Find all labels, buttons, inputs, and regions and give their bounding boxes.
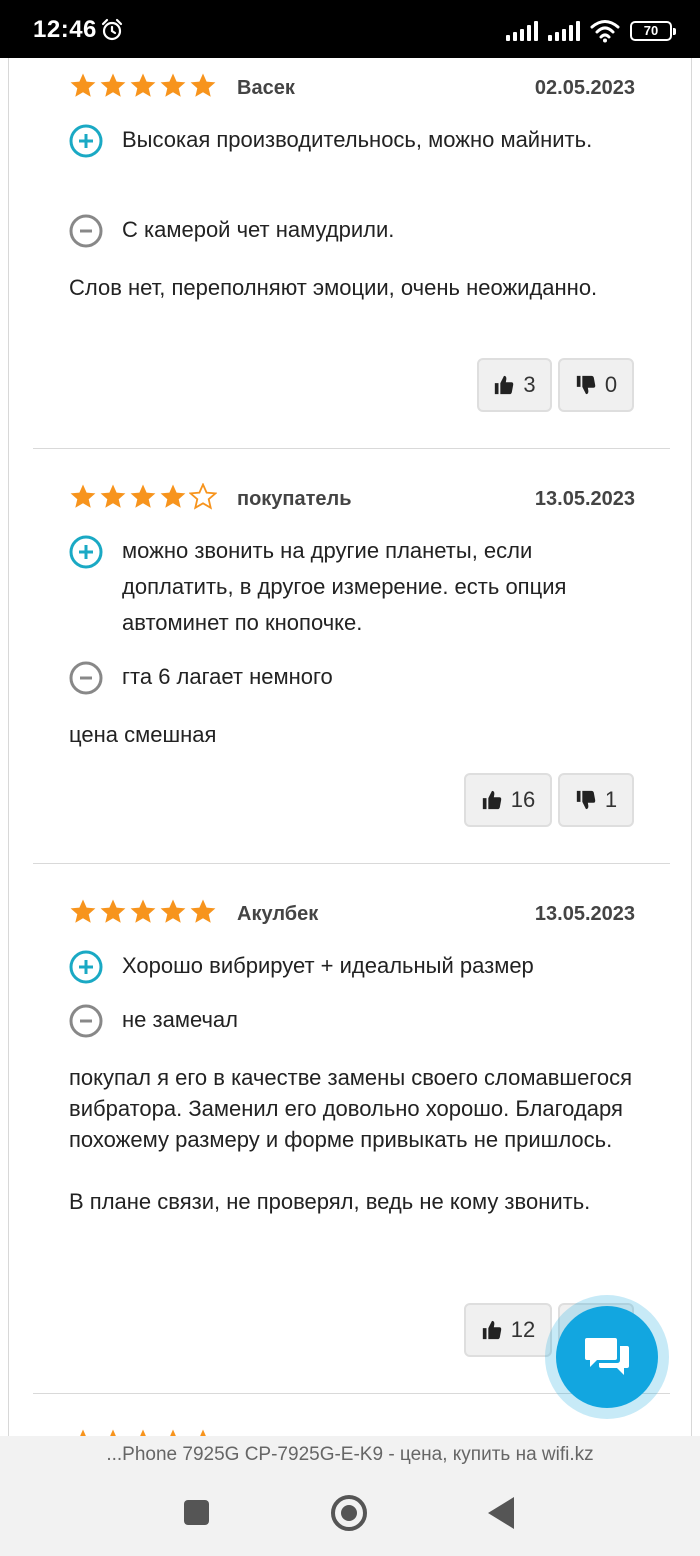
star-empty-icon [189, 483, 217, 510]
review-header: Васек 02.05.2023 [69, 72, 635, 106]
star-filled-icon [110, 1429, 116, 1436]
home-icon[interactable] [331, 1495, 367, 1531]
star-filled-icon [100, 899, 126, 923]
review-author: Акулбек [237, 903, 319, 925]
star-filled-icon [100, 484, 126, 508]
like-count: 12 [510, 1317, 536, 1342]
review-author: покупатель [237, 488, 352, 510]
plus-circle-icon [69, 124, 103, 158]
review-header: Акулбек 13.05.2023 [69, 898, 635, 932]
thumbs-up-icon [482, 1320, 501, 1340]
dislike-button[interactable]: 1 [558, 773, 634, 827]
back-icon[interactable] [488, 1497, 514, 1529]
navigation-bar [0, 1474, 700, 1556]
star-filled-icon [80, 1429, 86, 1436]
recents-icon[interactable] [184, 1500, 209, 1525]
alarm-icon [101, 18, 123, 41]
review-date: 13.05.2023 [534, 488, 635, 510]
signal-icon [506, 21, 538, 41]
star-filled-icon [190, 899, 216, 923]
review-comment: покупал я его в качестве замены своего с… [69, 1065, 632, 1214]
thumbs-down-icon [576, 790, 596, 810]
rating-stars [69, 72, 217, 100]
star-filled-icon [70, 899, 96, 923]
star-filled-icon [160, 899, 186, 923]
like-count: 3 [523, 372, 536, 397]
minus-circle-icon [69, 1004, 103, 1038]
pros-text: Хорошо вибрирует + идеальный размер [122, 953, 534, 978]
pros-text: можно звонить на другие планеты, если до… [122, 538, 567, 635]
pros-row: Высокая производительнось, можно майнить… [69, 122, 635, 158]
star-filled-icon [190, 73, 216, 97]
thumbs-up-icon [495, 375, 514, 395]
star-filled-icon [140, 1429, 146, 1436]
dislike-count: 0 [604, 372, 618, 397]
chat-icon [585, 1338, 629, 1375]
star-filled-icon [70, 73, 96, 97]
star-filled-icon [130, 899, 156, 923]
dislike-count: 1 [604, 787, 618, 812]
divider [33, 863, 670, 864]
star-filled-icon [70, 484, 96, 508]
review-date: 13.05.2023 [534, 903, 635, 925]
pros-text: Высокая производительнось, можно майнить… [122, 127, 593, 152]
wifi-icon [590, 20, 620, 43]
divider [33, 448, 670, 449]
cons-row: С камерой чет намудрили. [69, 212, 635, 248]
cons-row: не замечал [69, 1002, 635, 1038]
rating-stars [69, 898, 217, 926]
star-filled-icon [200, 1429, 206, 1436]
plus-circle-icon [69, 950, 103, 984]
like-button[interactable]: 3 [477, 358, 552, 412]
review-author: Васек [237, 77, 295, 99]
minus-circle-icon [69, 214, 103, 248]
review-header: покупатель 13.05.2023 [69, 483, 635, 517]
cons-row: гта 6 лагает немного [69, 659, 635, 695]
status-bar: 12:46 70 [0, 0, 700, 58]
like-button[interactable]: 12 [464, 1303, 552, 1357]
page-url-title[interactable]: ...Phone 7925G CP-7925G-E-K9 - цена, куп… [0, 1436, 700, 1474]
thumbs-down-icon [576, 375, 596, 395]
review-date: 02.05.2023 [534, 77, 635, 99]
battery-icon: 70 [630, 21, 676, 41]
status-time: 12:46 [33, 16, 97, 43]
star-filled-icon [160, 73, 186, 97]
rating-stars [69, 1428, 217, 1436]
dislike-button[interactable]: 0 [558, 358, 634, 412]
signal-icon [548, 21, 580, 41]
star-filled-icon [170, 1429, 176, 1436]
pros-row: можно звонить на другие планеты, если до… [69, 533, 635, 641]
minus-circle-icon [69, 661, 103, 695]
review-comment: цена смешная [69, 722, 217, 747]
review-comment: Слов нет, переполняют эмоции, очень неож… [69, 275, 598, 300]
reviews-list[interactable]: Васек 02.05.2023 Высокая производительно… [8, 58, 692, 1436]
star-filled-icon [130, 73, 156, 97]
rating-stars [69, 483, 217, 511]
cons-text: гта 6 лагает немного [122, 664, 333, 689]
star-filled-icon [130, 484, 156, 508]
like-count: 16 [510, 787, 536, 812]
plus-circle-icon [69, 535, 103, 569]
cons-text: не замечал [122, 1007, 238, 1032]
star-filled-icon [100, 73, 126, 97]
cons-text: С камерой чет намудрили. [122, 217, 395, 242]
like-button[interactable]: 16 [464, 773, 552, 827]
status-icons: 70 [506, 18, 676, 44]
thumbs-up-icon [482, 790, 501, 810]
star-filled-icon [160, 484, 186, 508]
chat-button[interactable] [556, 1306, 658, 1408]
pros-row: Хорошо вибрирует + идеальный размер [69, 948, 635, 984]
